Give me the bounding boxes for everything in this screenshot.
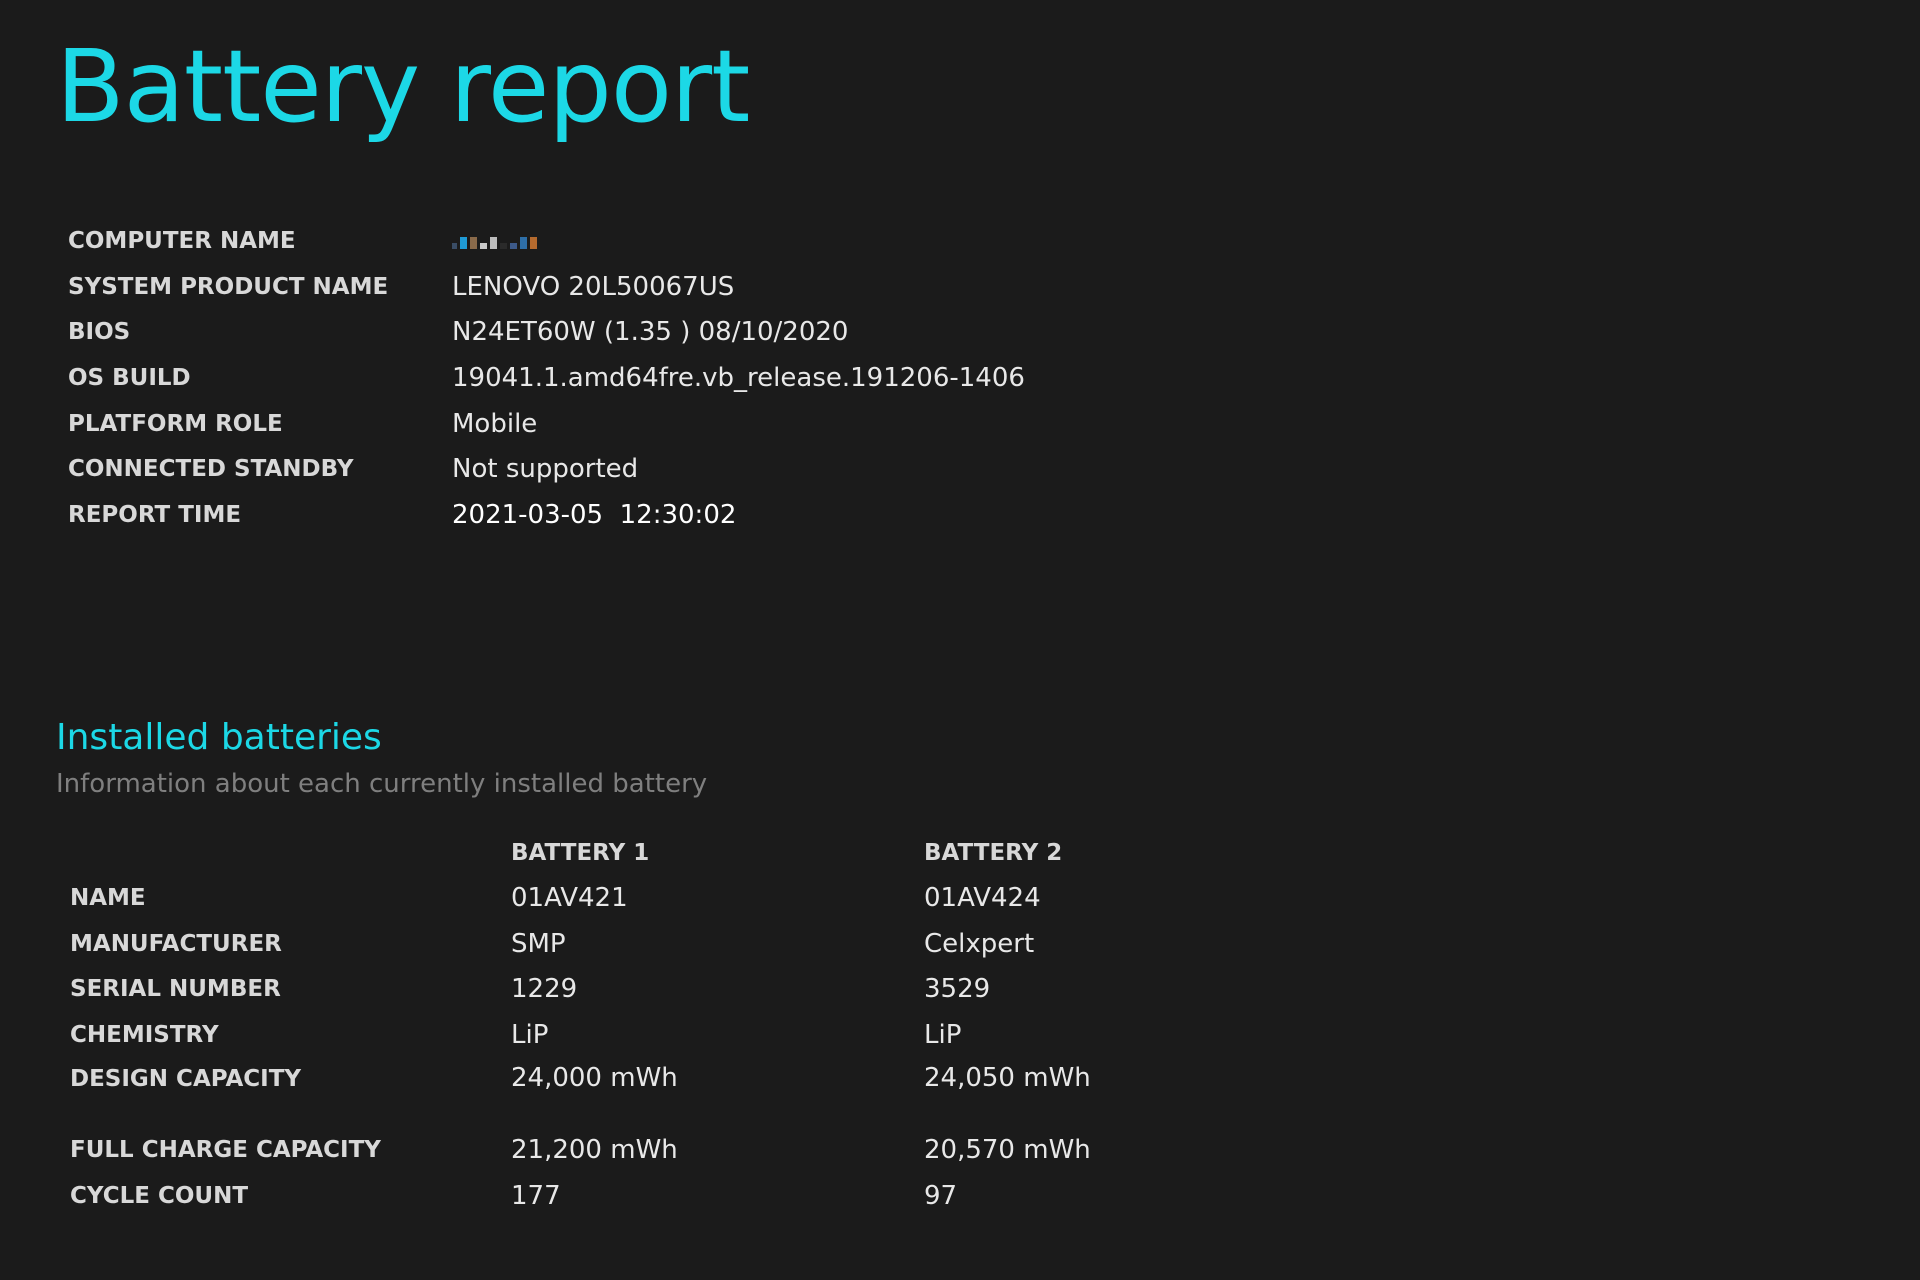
battery-2-value: Celxpert [924,928,1035,959]
battery-2-value: 01AV424 [924,883,1041,914]
row-label: DESIGN CAPACITY [70,1065,302,1092]
battery-1-value: 01AV421 [511,883,628,914]
info-label: SYSTEM PRODUCT NAME [68,273,389,300]
info-label: BIOS [68,319,131,346]
info-row-report-time: REPORT TIME 2021-03-05 12:30:02 [68,492,1025,538]
info-row-platform-role: PLATFORM ROLE Mobile [68,401,1025,447]
redacted-block [470,236,477,249]
redacted-computer-name [452,229,537,249]
table-row: CYCLE COUNT 177 97 [70,1173,1224,1219]
info-value: LENOVO 20L50067US [452,271,735,302]
column-header-battery-1: BATTERY 1 [511,839,650,866]
redacted-block [510,242,517,249]
battery-2-value: 3529 [924,974,991,1005]
redacted-block [530,236,537,249]
installed-batteries-table: BATTERY 1 BATTERY 2 NAME 01AV421 01AV424… [70,830,1224,1219]
redacted-block [500,242,507,249]
info-label: REPORT TIME [68,501,242,528]
info-row-bios: BIOS N24ET60W (1.35 ) 08/10/2020 [68,309,1025,355]
info-row-system-product-name: SYSTEM PRODUCT NAME LENOVO 20L50067US [68,264,1025,310]
row-label: SERIAL NUMBER [70,976,281,1003]
info-label: OS BUILD [68,364,191,391]
info-label: CONNECTED STANDBY [68,456,354,483]
info-label: PLATFORM ROLE [68,410,283,437]
redacted-block [452,242,457,249]
section-subtitle: Information about each currently install… [56,769,708,799]
system-info-table: COMPUTER NAME SYSTEM PRODUCT NAME LENOVO… [68,218,1025,538]
info-value: Mobile [452,408,538,439]
battery-1-value: 177 [511,1180,561,1211]
redacted-block [520,236,527,249]
redacted-block [480,242,487,249]
section-title-installed-batteries: Installed batteries [56,717,382,758]
table-row: SERIAL NUMBER 1229 3529 [70,967,1224,1013]
info-value: Not supported [452,454,639,485]
row-label: CHEMISTRY [70,1021,219,1048]
info-value-computer-name [452,218,1025,264]
battery-2-value: 97 [924,1180,958,1211]
info-value: 2021-03-05 12:30:02 [452,499,737,530]
table-row: MANUFACTURER SMP Celxpert [70,921,1224,967]
battery-header-row: BATTERY 1 BATTERY 2 [70,830,1224,876]
battery-1-value: LiP [511,1019,549,1050]
info-value: 19041.1.amd64fre.vb_release.191206-1406 [452,362,1025,393]
battery-1-value: SMP [511,928,566,959]
battery-1-value: 1229 [511,974,578,1005]
page-title: Battery report [56,28,750,145]
info-row-os-build: OS BUILD 19041.1.amd64fre.vb_release.191… [68,355,1025,401]
column-header-battery-2: BATTERY 2 [924,839,1063,866]
row-label: CYCLE COUNT [70,1182,249,1209]
info-row-computer-name: COMPUTER NAME [68,218,1025,264]
redacted-block [460,236,467,249]
table-row: CHEMISTRY LiP LiP [70,1012,1224,1058]
redacted-block [490,236,497,249]
battery-2-value: LiP [924,1019,962,1050]
battery-1-value: 24,000 mWh [511,1062,678,1093]
info-value: N24ET60W (1.35 ) 08/10/2020 [452,317,849,348]
table-row: NAME 01AV421 01AV424 [70,876,1224,922]
battery-1-value: 21,200 mWh [511,1135,678,1166]
info-row-connected-standby: CONNECTED STANDBY Not supported [68,446,1025,492]
table-row: FULL CHARGE CAPACITY 21,200 mWh 20,570 m… [70,1128,1224,1174]
info-label: COMPUTER NAME [68,227,296,254]
row-label: NAME [70,885,146,912]
row-label: MANUFACTURER [70,930,282,957]
battery-2-value: 20,570 mWh [924,1135,1091,1166]
battery-report-page: Battery report COMPUTER NAME SYSTEM PROD… [0,0,1920,1280]
empty-header-cell [70,830,511,876]
row-label: FULL CHARGE CAPACITY [70,1137,381,1164]
battery-2-value: 24,050 mWh [924,1062,1091,1093]
table-row: DESIGN CAPACITY 24,000 mWh 24,050 mWh [70,1058,1224,1128]
